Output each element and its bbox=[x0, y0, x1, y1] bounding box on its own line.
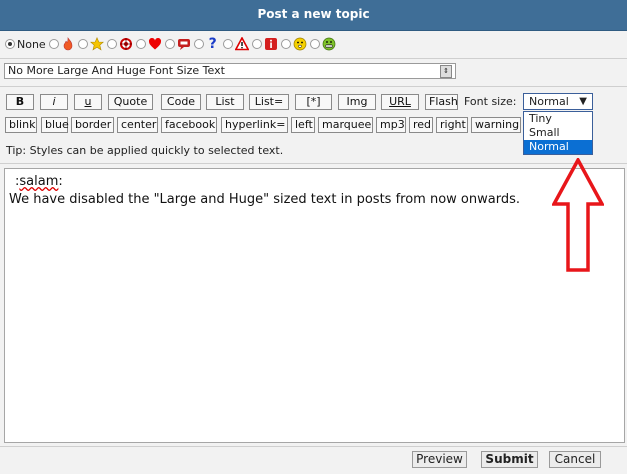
mp3-button[interactable]: mp3 bbox=[376, 117, 406, 133]
quote-button[interactable]: Quote bbox=[108, 94, 153, 110]
red-arrow-annotation bbox=[552, 158, 604, 272]
divider bbox=[0, 86, 627, 87]
misspelled-word: salam bbox=[19, 174, 59, 189]
blue-button[interactable]: blue bbox=[41, 117, 69, 133]
radio-question[interactable] bbox=[193, 39, 204, 49]
font-size-select[interactable]: Normal ▼ bbox=[523, 93, 593, 110]
none-label: None bbox=[17, 37, 46, 51]
flame-icon bbox=[61, 37, 75, 51]
radio-flame[interactable] bbox=[48, 39, 59, 49]
radio-star[interactable] bbox=[77, 39, 88, 49]
post-icon-selector: None ? bbox=[5, 35, 339, 53]
bold-button[interactable]: B bbox=[6, 94, 34, 110]
divider bbox=[0, 163, 627, 164]
submit-button[interactable]: Submit bbox=[481, 451, 538, 468]
grin-icon bbox=[322, 37, 336, 51]
divider bbox=[0, 58, 627, 59]
page-title: Post a new topic bbox=[257, 7, 370, 21]
marquee-button[interactable]: marquee bbox=[318, 117, 373, 133]
radio-target[interactable] bbox=[106, 39, 117, 49]
question-mark-icon: ? bbox=[208, 36, 217, 52]
speech-bubble-icon bbox=[177, 37, 191, 51]
radio-speech[interactable] bbox=[164, 39, 175, 49]
subject-value: No More Large And Huge Font Size Text bbox=[8, 64, 225, 77]
message-textarea[interactable]: :salam: We have disabled the "Large and … bbox=[4, 168, 625, 443]
left-button[interactable]: left bbox=[291, 117, 315, 133]
red-button[interactable]: red bbox=[409, 117, 433, 133]
radio-none[interactable] bbox=[5, 39, 15, 49]
italic-button[interactable]: i bbox=[40, 94, 68, 110]
heart-icon bbox=[148, 37, 162, 51]
warning-button[interactable]: warning bbox=[471, 117, 521, 133]
right-button[interactable]: right bbox=[436, 117, 468, 133]
chevron-down-icon: ▼ bbox=[579, 96, 587, 107]
smiley-icon bbox=[293, 37, 307, 51]
radio-grin[interactable] bbox=[309, 39, 320, 49]
divider bbox=[0, 446, 627, 447]
info-icon bbox=[264, 37, 278, 51]
list-button[interactable]: List bbox=[206, 94, 244, 110]
tip-text: Tip: Styles can be applied quickly to se… bbox=[6, 144, 284, 157]
font-size-dropdown: Tiny Small Normal bbox=[523, 111, 593, 155]
target-icon bbox=[119, 37, 133, 51]
message-line-2: We have disabled the "Large and Huge" si… bbox=[9, 192, 520, 207]
list-item-button[interactable]: [*] bbox=[295, 94, 332, 110]
input-helper-icon[interactable]: ⇕ bbox=[440, 65, 452, 78]
font-size-selected: Normal bbox=[529, 95, 569, 108]
warning-triangle-icon bbox=[234, 37, 249, 51]
font-size-label: Font size: bbox=[464, 95, 517, 108]
img-button[interactable]: Img bbox=[338, 94, 376, 110]
radio-heart[interactable] bbox=[135, 39, 146, 49]
flash-button[interactable]: Flash bbox=[425, 94, 458, 110]
subject-input[interactable]: No More Large And Huge Font Size Text ⇕ bbox=[4, 63, 456, 79]
url-button[interactable]: URL bbox=[381, 94, 419, 110]
radio-info[interactable] bbox=[251, 39, 262, 49]
hyperlink-button[interactable]: hyperlink= bbox=[221, 117, 288, 133]
header-bar: Post a new topic bbox=[0, 0, 627, 31]
facebook-button[interactable]: facebook bbox=[161, 117, 217, 133]
radio-smiley[interactable] bbox=[280, 39, 291, 49]
blink-button[interactable]: blink bbox=[5, 117, 37, 133]
preview-button[interactable]: Preview bbox=[412, 451, 467, 468]
border-button[interactable]: border bbox=[71, 117, 114, 133]
radio-warning[interactable] bbox=[222, 39, 233, 49]
center-button[interactable]: center bbox=[117, 117, 158, 133]
list-equals-button[interactable]: List= bbox=[249, 94, 289, 110]
font-size-option-tiny[interactable]: Tiny bbox=[524, 112, 592, 126]
underline-button[interactable]: u bbox=[74, 94, 102, 110]
star-icon bbox=[89, 37, 104, 51]
message-line-1: :salam: bbox=[15, 174, 63, 189]
font-size-option-small[interactable]: Small bbox=[524, 126, 592, 140]
cancel-button[interactable]: Cancel bbox=[549, 451, 601, 468]
font-size-option-normal[interactable]: Normal bbox=[524, 140, 592, 154]
code-button[interactable]: Code bbox=[161, 94, 201, 110]
